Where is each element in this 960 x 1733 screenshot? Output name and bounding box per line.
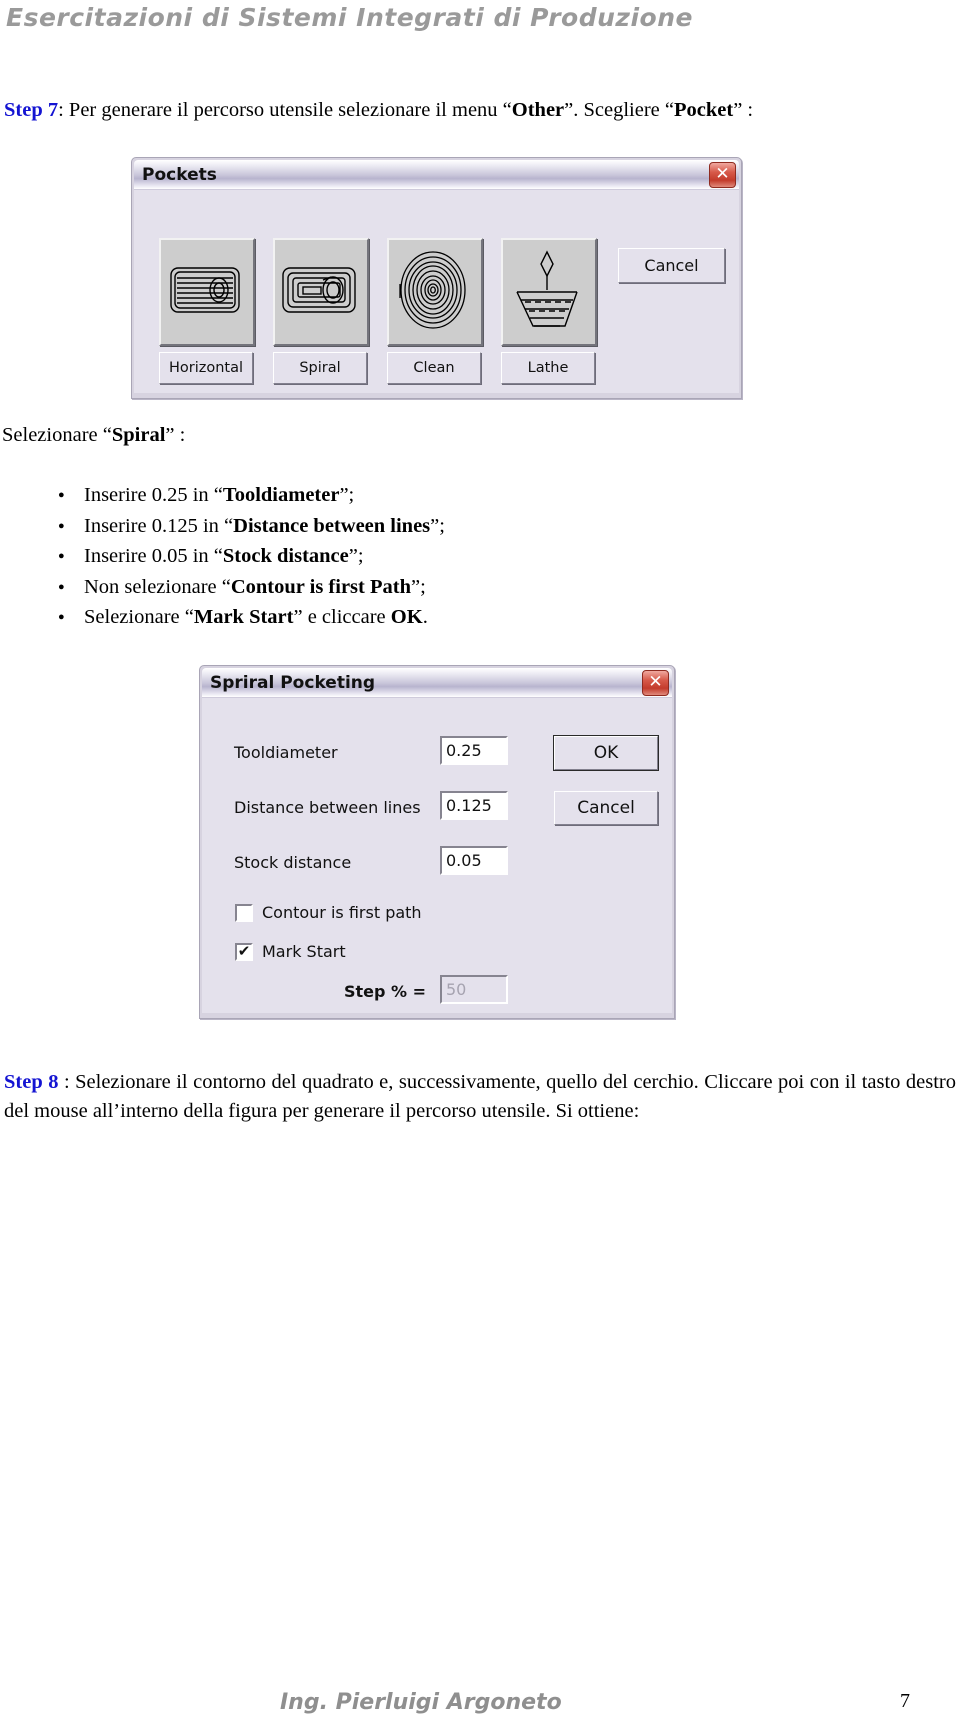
tooldiameter-value: 0.25 xyxy=(446,741,482,760)
pockets-dialog: Pockets ✕ Horizontal Spiral Clean Lathe … xyxy=(131,157,742,399)
close-icon[interactable]: ✕ xyxy=(709,162,736,188)
spiral-dialog-body: Tooldiameter 0.25 Distance between lines… xyxy=(202,697,672,1013)
step7-label: Step 7 xyxy=(4,99,59,121)
pocket-label-button-clean[interactable]: Clean xyxy=(387,352,481,384)
selez-text-2: ” : xyxy=(165,424,186,446)
close-glyph: ✕ xyxy=(715,163,730,184)
step7-text-3: ” : xyxy=(733,99,754,121)
ok-button[interactable]: OK xyxy=(553,735,659,771)
distance-between-lines-label: Distance between lines xyxy=(234,798,421,817)
pockets-dialog-body: Horizontal Spiral Clean Lathe Cancel xyxy=(134,189,739,393)
step-percent-input[interactable]: 50 xyxy=(440,975,508,1004)
bullet-1-post: ”; xyxy=(430,514,445,537)
step8-paragraph: Step 8 : Selezionare il contorno del qua… xyxy=(4,1068,956,1126)
spiral-dialog-title: Spriral Pocketing xyxy=(210,672,376,693)
bullet-2-pre: Inserire 0.05 in “ xyxy=(84,545,223,567)
bullet-0-bold: Tooldiameter xyxy=(222,484,340,506)
distance-between-lines-value: 0.125 xyxy=(446,796,492,815)
footer-page-number: 7 xyxy=(900,1690,910,1712)
list-item: Inserire 0.125 in “Distance between line… xyxy=(58,511,724,542)
mark-start-label: Mark Start xyxy=(262,942,346,961)
pocket-icon-button-spiral[interactable] xyxy=(273,238,369,346)
step7-bold-pocket: Pocket xyxy=(673,99,734,121)
pocket-label-button-horizontal[interactable]: Horizontal xyxy=(159,352,253,384)
step-percent-value: 50 xyxy=(446,980,467,999)
pocket-icon-button-lathe[interactable] xyxy=(501,238,597,346)
checkbox-box xyxy=(235,903,253,922)
pocket-icon-button-horizontal[interactable] xyxy=(159,238,255,346)
pocket-label-button-spiral[interactable]: Spiral xyxy=(273,352,367,384)
pocket-label-spiral: Spiral xyxy=(299,360,341,376)
close-glyph: ✕ xyxy=(648,671,663,692)
pocket-label-horizontal: Horizontal xyxy=(168,360,244,376)
bullet-1-bold: Distance between lines xyxy=(233,514,431,537)
contour-is-first-path-checkbox[interactable]: Contour is first path xyxy=(235,903,422,922)
lathe-pocket-icon xyxy=(516,250,578,327)
step7-bold-other: Other xyxy=(511,99,565,121)
footer-author: Ing. Pierluigi Argoneto xyxy=(280,1690,562,1715)
bullet-0-pre: Inserire 0.25 in “ xyxy=(84,484,223,506)
bullet-3-post: ”; xyxy=(410,575,426,598)
list-item: Inserire 0.25 in “Tooldiameter”; xyxy=(58,480,724,511)
cancel-label: Cancel xyxy=(577,798,635,818)
document-page: Esercitazioni di Sistemi Integrati di Pr… xyxy=(0,0,960,1733)
stock-distance-label: Stock distance xyxy=(234,853,352,872)
tooldiameter-input[interactable]: 0.25 xyxy=(440,736,508,765)
bullet-4-bold: Mark Start xyxy=(193,606,294,628)
step8-text: : Selezionare il contorno del quadrato e… xyxy=(4,1071,956,1122)
clean-pocket-icon xyxy=(399,251,466,329)
list-item: Inserire 0.05 in “Stock distance”; xyxy=(58,541,724,572)
spiral-titlebar[interactable]: Spriral Pocketing ✕ xyxy=(202,668,672,697)
pocket-icon-button-clean[interactable] xyxy=(387,238,483,346)
step7-text-2: ”. Scegliere “ xyxy=(564,99,674,121)
stock-distance-value: 0.05 xyxy=(446,851,482,870)
bullet-0-post: ”; xyxy=(339,484,355,506)
bullet-2-post: ”; xyxy=(348,545,364,567)
step8-label: Step 8 xyxy=(4,1071,59,1093)
tooldiameter-label: Tooldiameter xyxy=(234,743,338,762)
bullet-4-bold2: OK xyxy=(390,606,423,628)
bullet-3-bold: Contour is first Path xyxy=(230,575,411,598)
pockets-cancel-button[interactable]: Cancel xyxy=(618,248,725,283)
checkbox-box: ✔ xyxy=(235,942,253,961)
instruction-bullet-list: Inserire 0.25 in “Tooldiameter”; Inserir… xyxy=(42,480,724,633)
contour-is-first-path-label: Contour is first path xyxy=(262,903,422,922)
pockets-title: Pockets xyxy=(142,164,217,185)
step-percent-label: Step % = xyxy=(344,982,427,1001)
selezionare-spiral-paragraph: Selezionare “Spiral” : xyxy=(2,422,402,449)
list-item: Selezionare “Mark Start” e cliccare OK. xyxy=(58,602,724,633)
selez-bold-spiral: Spiral xyxy=(111,424,166,446)
pockets-cancel-label: Cancel xyxy=(644,256,699,275)
step7-paragraph: Step 7: Per generare il percorso utensil… xyxy=(4,97,956,124)
close-icon[interactable]: ✕ xyxy=(642,670,669,696)
bullet-2-bold: Stock distance xyxy=(222,545,349,567)
pocket-label-clean: Clean xyxy=(413,360,455,376)
step7-text-1: : Per generare il percorso utensile sele… xyxy=(58,99,512,121)
spiral-pocket-icon xyxy=(282,267,356,313)
pocket-label-lathe: Lathe xyxy=(527,360,569,376)
bullet-4-post2: . xyxy=(422,606,428,628)
cancel-button[interactable]: Cancel xyxy=(554,791,658,825)
selez-text-1: Selezionare “ xyxy=(2,424,112,446)
bullet-4-post: ” e cliccare xyxy=(293,606,391,628)
mark-start-checkbox[interactable]: ✔ Mark Start xyxy=(235,942,346,961)
document-header-title: Esercitazioni di Sistemi Integrati di Pr… xyxy=(6,3,693,32)
list-item: Non selezionare “Contour is first Path”; xyxy=(58,572,724,603)
stock-distance-input[interactable]: 0.05 xyxy=(440,846,508,875)
ok-label: OK xyxy=(593,743,619,763)
bullet-3-pre: Non selezionare “ xyxy=(84,575,231,598)
bullet-1-pre: Inserire 0.125 in “ xyxy=(84,514,234,537)
distance-between-lines-input[interactable]: 0.125 xyxy=(440,791,508,820)
checkbox-check-glyph: ✔ xyxy=(237,942,251,960)
bullet-4-pre: Selezionare “ xyxy=(84,606,194,628)
pocket-label-button-lathe[interactable]: Lathe xyxy=(501,352,595,384)
horizontal-pocket-icon xyxy=(170,267,240,313)
spiral-pocketing-dialog: Spriral Pocketing ✕ Tooldiameter 0.25 Di… xyxy=(199,665,675,1019)
pockets-titlebar[interactable]: Pockets ✕ xyxy=(134,160,739,189)
